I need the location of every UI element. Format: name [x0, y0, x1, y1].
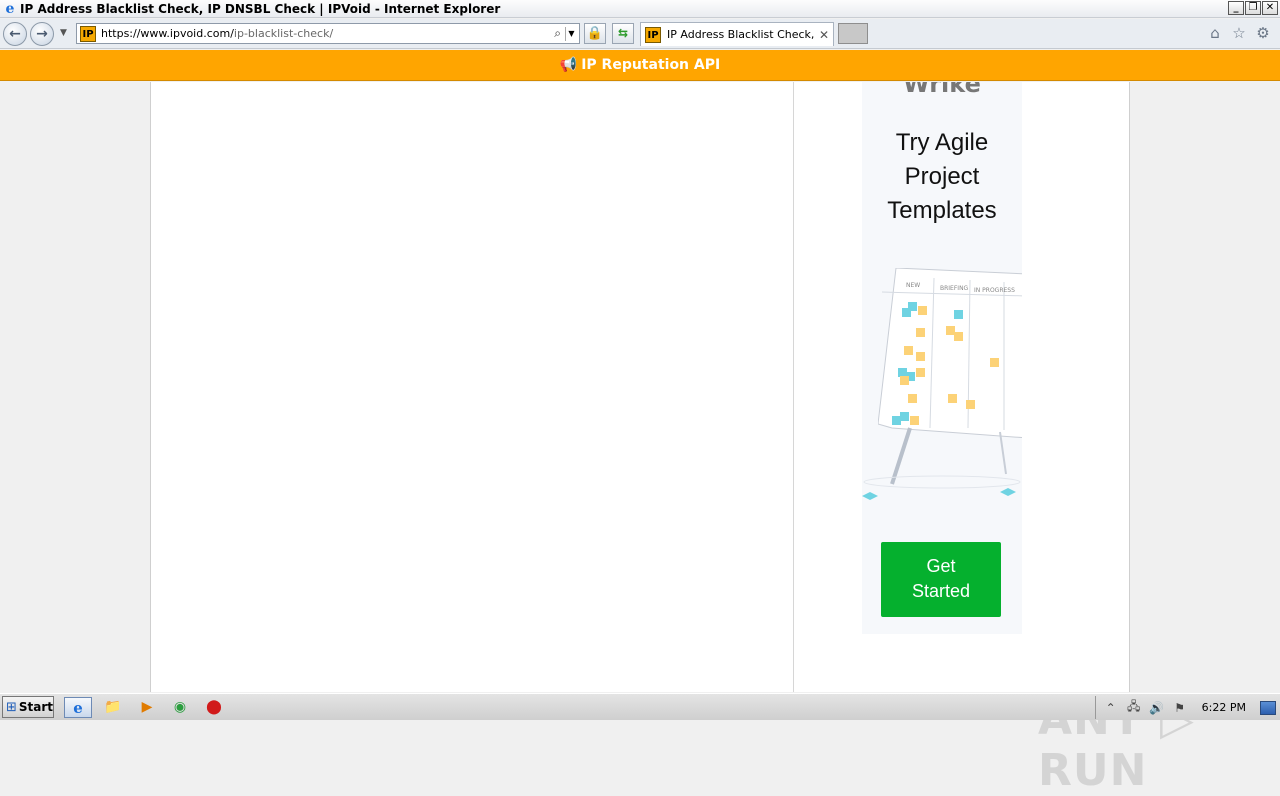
tab-ipvoid[interactable]: IP IP Address Blacklist Check, I... ✕	[640, 22, 834, 46]
volume-icon[interactable]: 🔊	[1148, 701, 1166, 715]
refresh-button[interactable]: ⇆	[612, 23, 634, 44]
browser-tools: ⌂ ☆ ⚙	[1206, 24, 1272, 42]
clock[interactable]: 6:22 PM	[1202, 701, 1246, 714]
ie-logo-icon: e	[5, 0, 15, 17]
kanban-board-illustration: NEW BRIEFING IN PROGRESS	[878, 268, 1022, 438]
taskbar-opera-icon[interactable]: ⬤	[200, 697, 228, 718]
taskbar-media-player-icon[interactable]: ▶	[133, 697, 161, 718]
board-col-label: NEW	[906, 282, 920, 289]
ad-headline-line: Project	[904, 163, 980, 190]
taskbar: ⊞ Start e 📁 ▶ ◉ ⬤ ⌃ 🖧 🔊 ⚑ 6:22 PM	[0, 693, 1280, 720]
start-label: Start	[18, 700, 54, 714]
close-button[interactable]: ✕	[1262, 1, 1278, 15]
board-col-label: IN PROGRESS	[974, 287, 1015, 294]
show-desktop-button[interactable]	[1260, 700, 1276, 715]
cta-line: Started	[911, 581, 971, 601]
api-banner[interactable]: 📢 IP Reputation API	[0, 50, 1280, 81]
ad-headline: Try Agile Project Templates	[862, 126, 1022, 228]
search-icon[interactable]: ⌕	[554, 26, 561, 41]
start-button[interactable]: ⊞ Start	[2, 696, 54, 718]
window-title: IP Address Blacklist Check, IP DNSBL Che…	[20, 1, 501, 16]
system-tray: ⌃ 🖧 🔊 ⚑ 6:22 PM	[1094, 696, 1280, 719]
ad-headline-line: Templates	[887, 197, 997, 224]
window-controls: _ ❐ ✕	[1228, 1, 1278, 15]
cta-line: Get	[926, 556, 956, 576]
taskbar-ie-icon[interactable]: e	[64, 697, 92, 718]
board-stand-illustration	[862, 427, 1021, 500]
action-center-flag-icon[interactable]: ⚑	[1171, 701, 1189, 715]
tab-close-icon[interactable]: ✕	[819, 28, 829, 42]
banner-link[interactable]: IP Reputation API	[581, 57, 720, 73]
network-icon[interactable]: 🖧	[1125, 697, 1143, 718]
title-bar: e IP Address Blacklist Check, IP DNSBL C…	[0, 0, 1280, 18]
minimize-button[interactable]: _	[1228, 1, 1244, 15]
home-icon[interactable]: ⌂	[1206, 24, 1224, 42]
gear-icon[interactable]: ⚙	[1254, 24, 1272, 42]
address-url[interactable]: https://www.ipvoid.com/ip-blacklist-chec…	[101, 27, 333, 40]
new-tab-button[interactable]	[838, 23, 868, 44]
back-button[interactable]: ←	[3, 22, 27, 46]
taskbar-chrome-icon[interactable]: ◉	[166, 697, 194, 718]
ad-logo: Wrike	[903, 82, 981, 98]
page-viewport: Wrike Try Agile Project Templates NEW BR…	[0, 82, 1280, 796]
windows-logo-icon: ⊞	[6, 699, 17, 715]
site-favicon-icon: IP	[80, 25, 96, 42]
recent-pages-dropdown-icon[interactable]: ▼	[60, 28, 67, 38]
navigation-bar: ← → ▼ IP https://www.ipvoid.com/ip-black…	[0, 19, 1280, 49]
get-started-button[interactable]: Get Started	[881, 542, 1001, 617]
megaphone-icon: 📢	[559, 57, 578, 73]
sidebar-ad[interactable]: Wrike Try Agile Project Templates NEW BR…	[862, 82, 1022, 634]
address-bar[interactable]: IP https://www.ipvoid.com/ip-blacklist-c…	[76, 23, 580, 44]
ad-headline-line: Try Agile	[895, 129, 989, 156]
show-hidden-icons-icon[interactable]: ⌃	[1102, 701, 1120, 715]
taskbar-explorer-icon[interactable]: 📁	[99, 697, 127, 718]
restore-button[interactable]: ❐	[1245, 1, 1261, 15]
favorites-star-icon[interactable]: ☆	[1230, 24, 1248, 42]
url-host: https://www.ipvoid.com/	[101, 27, 234, 40]
tab-favicon-icon: IP	[645, 26, 661, 43]
forward-button[interactable]: →	[30, 22, 54, 46]
security-lock-icon[interactable]: 🔒	[584, 23, 606, 44]
url-path: ip-blacklist-check/	[233, 27, 334, 40]
address-dropdown-icon[interactable]: ▼	[565, 27, 577, 41]
tab-title: IP Address Blacklist Check, I...	[667, 28, 815, 41]
column-divider	[793, 82, 794, 692]
board-col-label: BRIEFING	[940, 285, 969, 292]
